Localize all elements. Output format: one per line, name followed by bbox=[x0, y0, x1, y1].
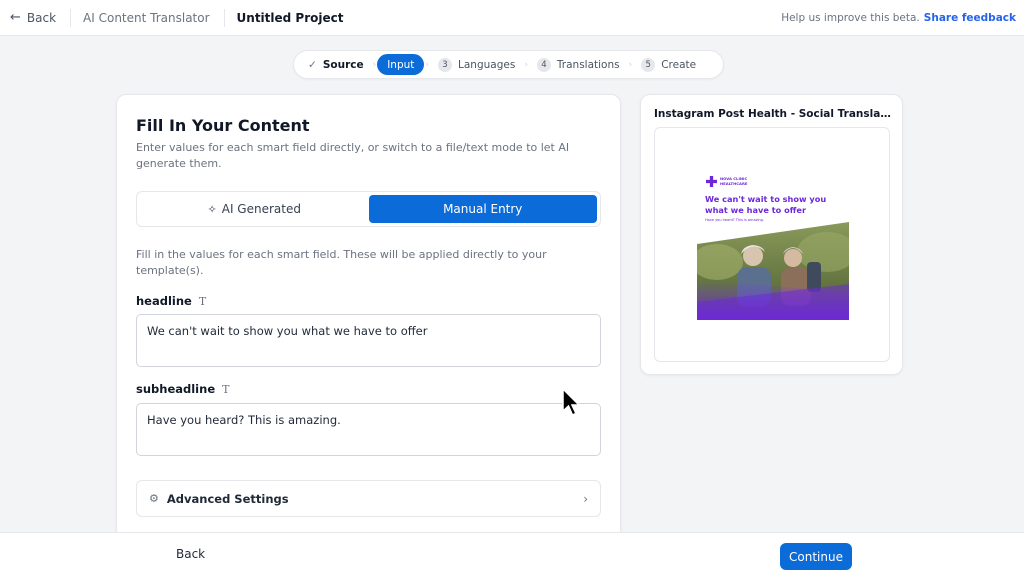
step-number: 5 bbox=[641, 57, 656, 72]
template-preview-card: Instagram Post Health - Social Translate… bbox=[640, 94, 903, 375]
advanced-settings-row[interactable]: ⚙ Advanced Settings › bbox=[136, 480, 601, 517]
gear-icon: ⚙ bbox=[149, 492, 159, 505]
step-create[interactable]: 5 Create bbox=[633, 54, 704, 75]
field-label-text: subheadline bbox=[136, 382, 216, 396]
subheadline-input[interactable]: Have you heard? This is amazing. bbox=[136, 403, 601, 456]
divider bbox=[70, 8, 72, 27]
arrow-left-icon: ← bbox=[10, 10, 21, 25]
clinic-logo: NOVA CLINIC HEALTHCARE bbox=[706, 176, 748, 187]
continue-label: Continue bbox=[789, 549, 843, 564]
step-number: 4 bbox=[536, 57, 551, 72]
step-source[interactable]: ✓ Source bbox=[300, 54, 372, 75]
instagram-post-preview: NOVA CLINIC HEALTHCARE We can't wait to … bbox=[697, 164, 849, 320]
ai-generated-tab[interactable]: ✧ AI Generated bbox=[140, 195, 369, 223]
card-title: Fill In Your Content bbox=[136, 116, 310, 135]
divider bbox=[223, 8, 225, 27]
step-label: Input bbox=[387, 58, 415, 71]
brand-line-2: HEALTHCARE bbox=[720, 180, 748, 186]
mouse-cursor-icon bbox=[562, 387, 581, 416]
advanced-settings-label: Advanced Settings bbox=[166, 491, 289, 506]
top-bar: ← Back AI Content Translator Untitled Pr… bbox=[0, 0, 1024, 36]
project-title[interactable]: Untitled Project bbox=[237, 11, 344, 25]
manual-entry-tab[interactable]: Manual Entry bbox=[368, 195, 597, 223]
back-button[interactable]: Back bbox=[176, 547, 205, 561]
step-label: Translations bbox=[556, 58, 620, 71]
step-label: Languages bbox=[458, 58, 516, 71]
field-label-text: headline bbox=[136, 294, 192, 308]
medical-cross-icon bbox=[706, 176, 717, 187]
content-card: Fill In Your Content Enter values for ea… bbox=[116, 94, 621, 540]
text-type-icon: T bbox=[222, 382, 230, 396]
text-type-icon: T bbox=[198, 294, 207, 308]
couple-photo bbox=[697, 222, 849, 320]
chevron-right-icon: › bbox=[583, 491, 588, 506]
post-headline: We can't wait to show you what we have t… bbox=[705, 194, 827, 215]
step-number: 3 bbox=[438, 57, 453, 72]
subheadline-label: subheadline T bbox=[136, 382, 229, 396]
back-link[interactable]: ← Back bbox=[0, 0, 56, 35]
template-thumbnail[interactable]: NOVA CLINIC HEALTHCARE We can't wait to … bbox=[654, 127, 890, 362]
fields-hint: Fill in the values for each smart field.… bbox=[136, 248, 547, 277]
step-label: Create bbox=[661, 58, 697, 71]
logo-text: NOVA CLINIC HEALTHCARE bbox=[720, 176, 748, 186]
continue-button[interactable]: Continue bbox=[780, 543, 852, 570]
footer-bar: Back Continue bbox=[0, 532, 1024, 576]
feedback-area: Help us improve this beta. Share feedbac… bbox=[781, 12, 1024, 24]
step-label: Source bbox=[322, 58, 364, 71]
sparkle-icon: ✧ bbox=[207, 202, 217, 216]
mode-toggle: ✧ AI Generated Manual Entry bbox=[136, 191, 601, 227]
share-feedback-link[interactable]: Share feedback bbox=[924, 12, 1016, 24]
headline-label: headline T bbox=[136, 294, 206, 308]
step-translations[interactable]: 4 Translations bbox=[529, 54, 628, 75]
back-link-label: Back bbox=[26, 10, 57, 25]
headline-input[interactable]: We can't wait to show you what we have t… bbox=[136, 314, 601, 367]
breadcrumb-app[interactable]: AI Content Translator bbox=[83, 11, 209, 25]
step-languages[interactable]: 3 Languages bbox=[430, 54, 523, 75]
step-input[interactable]: Input bbox=[377, 54, 425, 75]
feedback-prompt: Help us improve this beta. bbox=[781, 11, 920, 24]
mode-label: AI Generated bbox=[221, 202, 301, 216]
mode-label: Manual Entry bbox=[443, 202, 523, 216]
preview-title: Instagram Post Health - Social Translate… bbox=[654, 108, 894, 120]
check-icon: ✓ bbox=[308, 58, 317, 71]
card-description: Enter values for each smart field direct… bbox=[136, 141, 570, 170]
progress-stepper: ✓ Source › Input › 3 Languages › 4 Trans… bbox=[293, 50, 724, 79]
